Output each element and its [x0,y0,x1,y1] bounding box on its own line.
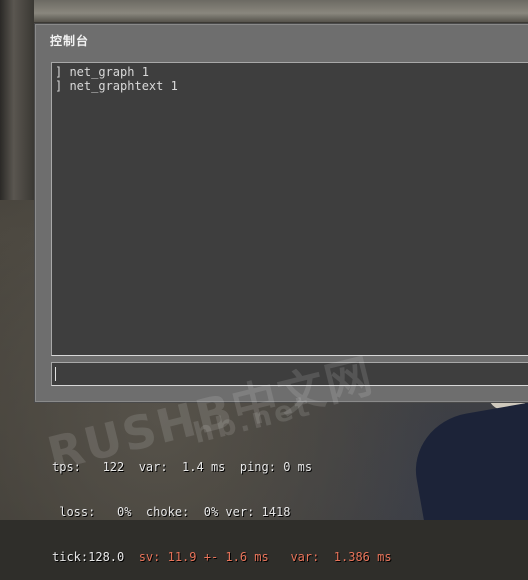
net-graph-sv: sv: 11.9 +- 1.6 ms [138,550,269,564]
net-graph-gap [269,550,291,564]
net-graph-row-tick: tick:128.0 sv: 11.9 +- 1.6 ms var: 1.386… [52,550,392,565]
console-title[interactable]: 控制台 [50,32,89,49]
net-graph-row-loss: loss: 0% choke: 0% ver: 1418 [52,505,291,519]
text-caret [55,367,56,381]
console-output-line: ] net_graphtext 1 [55,79,178,93]
console-input[interactable] [51,362,528,386]
net-graph-overlay: tps: 122 var: 1.4 ms ping: 0 ms loss: 0%… [52,430,392,580]
background-pillar [0,0,34,200]
net-graph-var: var: 1.386 ms [290,550,392,564]
background-wall [34,0,528,22]
net-graph-tick: tick:128.0 [52,550,139,564]
net-graph-row-tps: tps: 122 var: 1.4 ms ping: 0 ms [52,460,313,474]
console-window[interactable]: 控制台 ] net_graph 1 ] net_graphtext 1 [35,24,528,402]
console-output[interactable]: ] net_graph 1 ] net_graphtext 1 [51,62,528,356]
player-model [406,398,528,520]
console-output-line: ] net_graph 1 [55,65,149,79]
